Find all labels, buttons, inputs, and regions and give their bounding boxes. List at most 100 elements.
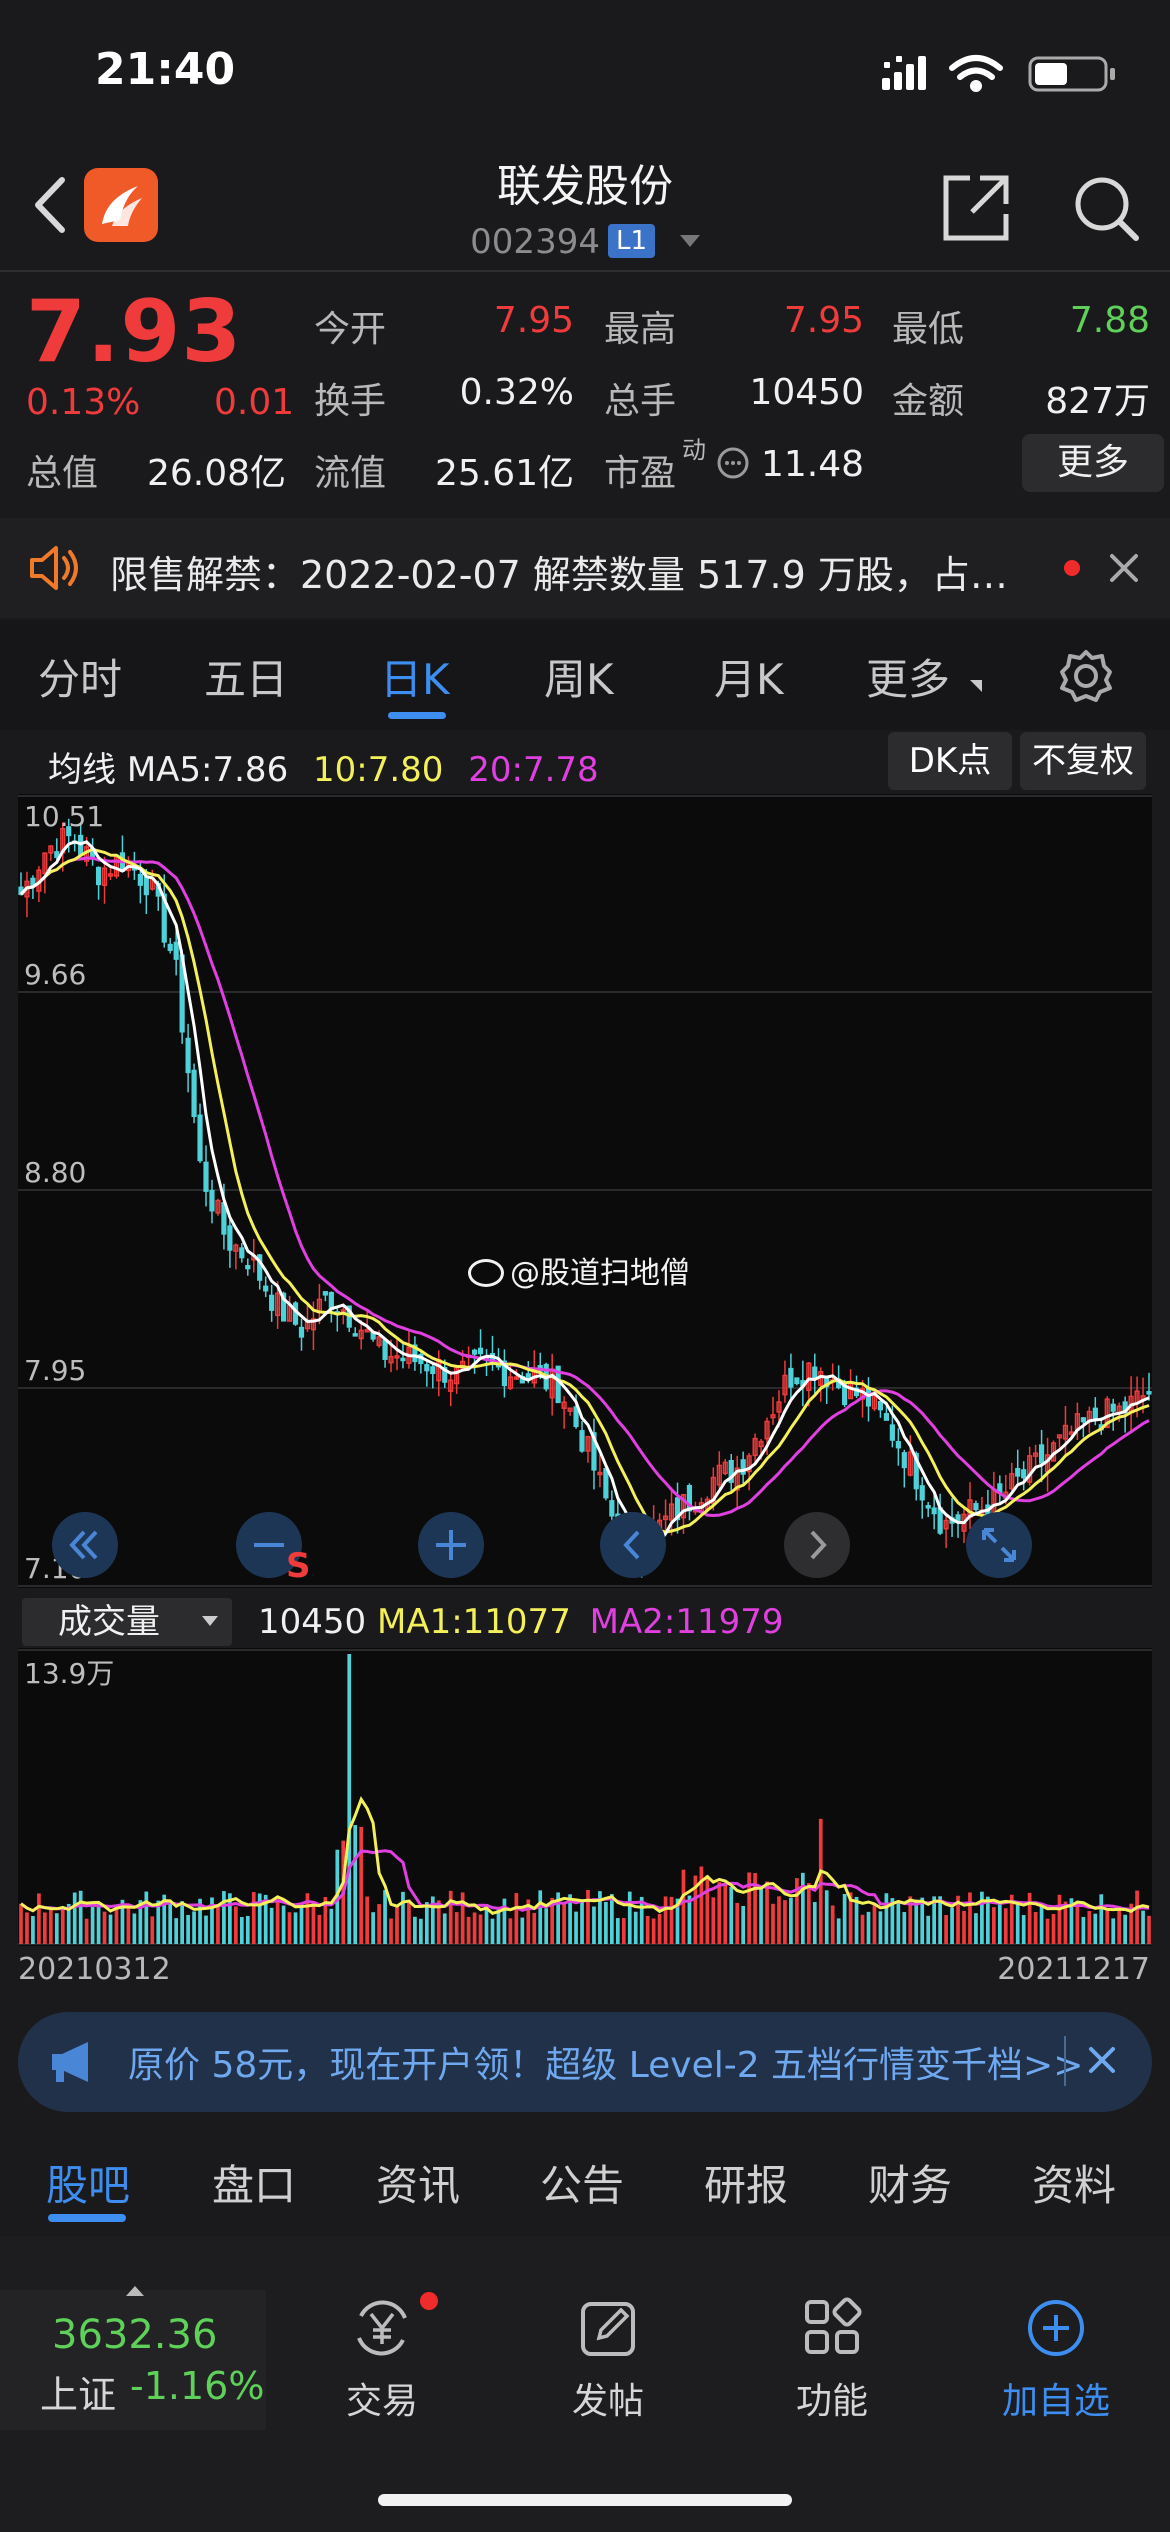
volume-bar xyxy=(950,1907,954,1944)
volume-bar xyxy=(1081,1916,1086,1944)
candle-body xyxy=(143,876,149,896)
candle-body xyxy=(883,1413,890,1421)
candle-body xyxy=(54,851,60,858)
volume-bar xyxy=(1123,1914,1127,1944)
candle-body xyxy=(167,943,173,951)
tab-announcements[interactable]: 公告 xyxy=(540,2152,624,2213)
scroll-left-fast-button[interactable] xyxy=(52,1512,118,1578)
fullscreen-button[interactable] xyxy=(966,1512,1032,1578)
amount-value: 827万 xyxy=(1045,381,1150,422)
volume-bar xyxy=(25,1912,29,1944)
adjust-button[interactable]: 不复权 xyxy=(1020,732,1146,790)
notice-text: 限售解禁：2022-02-07 解禁数量 517.9 万股，占… xyxy=(110,553,1008,597)
volume-bar xyxy=(496,1909,501,1944)
search-icon[interactable] xyxy=(1070,172,1142,244)
volume-bar xyxy=(329,1908,334,1944)
ad-close-icon[interactable] xyxy=(1088,2046,1116,2074)
tab-news[interactable]: 资讯 xyxy=(376,2152,460,2213)
grid-apps-icon xyxy=(805,2297,862,2354)
index-widget[interactable]: 3632.36 上证 -1.16% xyxy=(0,2286,266,2430)
more-quote-button[interactable]: 更多 xyxy=(1022,434,1164,492)
speaker-icon xyxy=(30,546,78,590)
scroll-right-button[interactable] xyxy=(784,1512,850,1578)
candle-body xyxy=(95,866,102,886)
zoom-in-button[interactable] xyxy=(418,1512,484,1578)
volume-bar xyxy=(1033,1911,1038,1944)
volume-bar xyxy=(180,1901,184,1944)
nav-functions[interactable]: 功能 xyxy=(752,2296,912,2424)
volume-bar xyxy=(31,1916,35,1944)
index-change: -1.16% xyxy=(130,2364,265,2408)
volume-bar xyxy=(944,1914,948,1944)
indicator-select[interactable]: 成交量 xyxy=(22,1598,232,1646)
candle-body xyxy=(430,1366,436,1375)
ma-legend: 均线 MA5:7.86 10:7.80 20:7.78 xyxy=(48,742,599,791)
dk-point-button[interactable]: DK点 xyxy=(888,732,1012,790)
candle-body xyxy=(525,1373,531,1379)
candle-body xyxy=(400,1357,406,1362)
stock-code: 002394 xyxy=(470,222,600,262)
scroll-left-button[interactable] xyxy=(600,1512,666,1578)
tab-pankou[interactable]: 盘口 xyxy=(212,2152,296,2213)
tab-finance[interactable]: 财务 xyxy=(868,2152,952,2213)
volume-bar xyxy=(299,1906,304,1944)
nav-trade[interactable]: 交易 xyxy=(302,2296,462,2424)
tab-intraday[interactable]: 分时 xyxy=(38,646,122,707)
volume-bar xyxy=(48,1908,53,1944)
tab-guba[interactable]: 股吧 xyxy=(46,2152,130,2213)
tab-weekly-k[interactable]: 周K xyxy=(544,646,614,707)
volume-bar xyxy=(860,1914,865,1944)
volume-bar xyxy=(168,1901,173,1944)
candle-body xyxy=(889,1424,895,1441)
volume-bar xyxy=(818,1818,823,1944)
volume-chart[interactable] xyxy=(18,1648,1152,1946)
volume-bar xyxy=(365,1896,370,1944)
candle-body xyxy=(477,1347,484,1355)
volume-bar xyxy=(389,1918,393,1944)
nav-add-label: 加自选 xyxy=(1001,2381,1110,2422)
volume-bar xyxy=(800,1872,805,1944)
gear-icon[interactable] xyxy=(1058,648,1114,704)
nav-post[interactable]: 发帖 xyxy=(528,2296,688,2424)
amount-label: 金额 xyxy=(892,381,965,422)
volume-bar xyxy=(78,1890,83,1944)
price-tick-4: 7.95 xyxy=(24,1354,87,1387)
ma20-line xyxy=(19,856,1150,1518)
kline-chart[interactable] xyxy=(18,794,1152,1588)
volume-bar xyxy=(239,1917,244,1944)
volume-bar xyxy=(1117,1909,1122,1944)
volume-bar xyxy=(681,1869,686,1944)
tab-monthly-k[interactable]: 月K xyxy=(714,646,784,707)
close-icon[interactable] xyxy=(1108,552,1140,584)
candle-body xyxy=(1015,1468,1021,1477)
volume-value: 10450 xyxy=(749,372,864,413)
volume-bar xyxy=(615,1918,620,1944)
price-tick-top: 10.51 xyxy=(24,800,105,833)
wifi-icon xyxy=(949,55,1003,92)
share-icon[interactable] xyxy=(940,172,1012,244)
volume-bar xyxy=(580,1901,584,1944)
candle-body xyxy=(197,1114,203,1162)
home-indicator xyxy=(378,2494,792,2506)
volume-bar xyxy=(723,1883,728,1944)
sell-marker: S xyxy=(286,1546,311,1586)
nav-add-watchlist[interactable]: 加自选 xyxy=(976,2296,1136,2424)
volume-bar xyxy=(872,1904,877,1944)
candle-body xyxy=(322,1291,328,1296)
unread-dot xyxy=(1064,560,1080,576)
volume-legend: 10450 MA1:11077 MA2:11979 xyxy=(258,1602,783,1642)
tab-research[interactable]: 研报 xyxy=(704,2152,788,2213)
tab-more[interactable]: 更多 xyxy=(866,646,950,707)
tab-profile[interactable]: 资料 xyxy=(1032,2152,1116,2213)
volume-bar xyxy=(54,1913,59,1944)
tab-five-day[interactable]: 五日 xyxy=(204,646,288,707)
volume-bar xyxy=(245,1915,250,1944)
candle-body xyxy=(1110,1403,1116,1412)
tab-daily-k[interactable]: 日K xyxy=(380,646,450,707)
volume-bar xyxy=(293,1912,298,1944)
ma5-value: MA5:7.86 xyxy=(126,750,289,790)
volume-bar xyxy=(717,1882,722,1944)
status-time: 21:40 xyxy=(95,44,236,95)
ad-divider xyxy=(1064,2036,1066,2086)
volume-bar xyxy=(824,1890,829,1944)
